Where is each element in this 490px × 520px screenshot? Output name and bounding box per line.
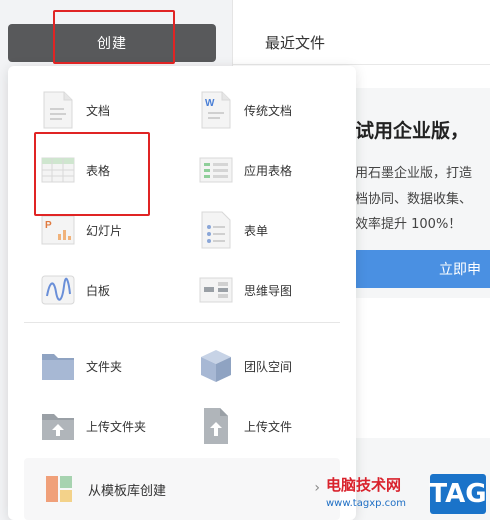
create-button[interactable]: 创建 xyxy=(8,24,216,62)
menu-item-sheet[interactable]: 表格 xyxy=(8,148,110,192)
menu-item-team-space[interactable]: 团队空间 xyxy=(166,344,292,388)
whiteboard-icon xyxy=(40,270,76,310)
promo-title: 试用企业版， xyxy=(355,120,470,142)
menu-item-label: 思维导图 xyxy=(244,283,293,298)
template-row-label: 从模板库创建 xyxy=(88,483,167,499)
menu-item-slides[interactable]: P 幻灯片 xyxy=(8,208,122,252)
create-button-label: 创建 xyxy=(97,36,127,52)
upload-file-icon xyxy=(198,406,234,446)
watermark-url: www.tagxp.com xyxy=(326,498,406,509)
team-space-icon xyxy=(198,346,234,386)
menu-item-label: 文档 xyxy=(86,103,111,118)
promo-line: 效率提升 100%！ xyxy=(355,217,462,232)
promo-line: 档协同、数据收集、 xyxy=(355,192,473,207)
menu-item-label: 传统文档 xyxy=(244,103,293,118)
word-doc-icon: W xyxy=(198,90,234,130)
promo-apply-button[interactable]: 立即申 xyxy=(355,250,490,288)
menu-item-label: 白板 xyxy=(86,283,111,298)
promo-apply-label: 立即申 xyxy=(439,262,481,278)
promo-line: 用石墨企业版，打造 xyxy=(355,166,473,181)
svg-text:W: W xyxy=(205,98,215,109)
watermark-title: 电脑技术网 xyxy=(326,476,402,494)
menu-item-label: 表格 xyxy=(86,163,111,178)
template-library-icon xyxy=(44,474,74,504)
menu-item-upload-file[interactable]: 上传文件 xyxy=(166,404,292,448)
slides-icon: P xyxy=(40,210,76,250)
menu-item-label: 团队空间 xyxy=(244,359,293,374)
recent-files-title: 最近文件 xyxy=(265,34,326,52)
menu-item-app-sheet[interactable]: 应用表格 xyxy=(166,148,292,192)
menu-item-label: 应用表格 xyxy=(244,163,293,178)
folder-icon xyxy=(40,346,76,386)
menu-divider xyxy=(24,322,340,323)
menu-item-word-doc[interactable]: W 传统文档 xyxy=(166,88,292,132)
sheet-icon xyxy=(40,150,76,190)
menu-item-whiteboard[interactable]: 白板 xyxy=(8,268,110,312)
main-divider xyxy=(233,64,490,65)
menu-item-label: 幻灯片 xyxy=(86,223,123,238)
create-from-template-button[interactable]: 从模板库创建 › xyxy=(24,458,340,520)
menu-item-doc[interactable]: 文档 xyxy=(8,88,110,132)
upload-folder-icon xyxy=(40,406,76,446)
menu-item-folder[interactable]: 文件夹 xyxy=(8,344,122,388)
watermark-tag: TAG xyxy=(429,474,487,514)
menu-item-mindmap[interactable]: 思维导图 xyxy=(166,268,292,312)
mindmap-icon xyxy=(198,270,234,310)
form-icon xyxy=(198,210,234,250)
menu-item-label: 文件夹 xyxy=(86,359,123,374)
menu-item-label: 表单 xyxy=(244,223,269,238)
doc-icon xyxy=(40,90,76,130)
menu-item-label: 上传文件夹 xyxy=(86,419,147,434)
menu-item-upload-folder[interactable]: 上传文件夹 xyxy=(8,404,146,448)
create-dropdown-menu: 文档 W 传统文档 表格 应用表格 P 幻灯片 表单 白板 思维导图 文件夹 团… xyxy=(8,66,356,520)
menu-item-label: 上传文件 xyxy=(244,419,293,434)
menu-item-form[interactable]: 表单 xyxy=(166,208,268,252)
watermark: 电脑技术网 www.tagxp.com TAG xyxy=(322,472,490,520)
chevron-right-icon: › xyxy=(314,480,320,496)
app-sheet-icon xyxy=(198,150,234,190)
svg-text:P: P xyxy=(45,220,52,231)
